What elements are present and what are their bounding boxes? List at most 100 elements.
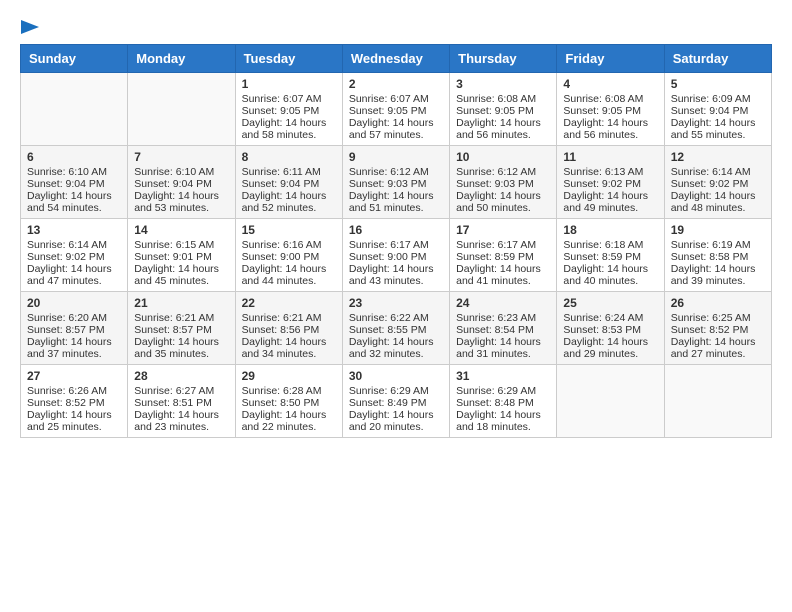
cell-text: Sunset: 8:56 PM [242, 324, 336, 336]
calendar-cell: 28Sunrise: 6:27 AMSunset: 8:51 PMDayligh… [128, 365, 235, 438]
cell-text: Sunrise: 6:16 AM [242, 239, 336, 251]
calendar-table: SundayMondayTuesdayWednesdayThursdayFrid… [20, 44, 772, 438]
cell-text: Daylight: 14 hours and 39 minutes. [671, 263, 765, 287]
cell-text: Sunset: 8:57 PM [27, 324, 121, 336]
cell-text: Sunset: 9:04 PM [671, 105, 765, 117]
calendar-cell: 14Sunrise: 6:15 AMSunset: 9:01 PMDayligh… [128, 219, 235, 292]
day-number: 22 [242, 296, 336, 310]
cell-text: Sunset: 8:59 PM [563, 251, 657, 263]
cell-text: Daylight: 14 hours and 20 minutes. [349, 409, 443, 433]
calendar-day-header: Thursday [450, 45, 557, 73]
calendar-cell: 17Sunrise: 6:17 AMSunset: 8:59 PMDayligh… [450, 219, 557, 292]
cell-text: Daylight: 14 hours and 35 minutes. [134, 336, 228, 360]
day-number: 28 [134, 369, 228, 383]
cell-text: Sunrise: 6:29 AM [456, 385, 550, 397]
day-number: 30 [349, 369, 443, 383]
calendar-cell [128, 73, 235, 146]
logo [20, 20, 40, 34]
cell-text: Daylight: 14 hours and 54 minutes. [27, 190, 121, 214]
cell-text: Sunset: 8:50 PM [242, 397, 336, 409]
calendar-cell: 31Sunrise: 6:29 AMSunset: 8:48 PMDayligh… [450, 365, 557, 438]
cell-text: Sunrise: 6:10 AM [27, 166, 121, 178]
cell-text: Sunrise: 6:07 AM [242, 93, 336, 105]
cell-text: Daylight: 14 hours and 29 minutes. [563, 336, 657, 360]
day-number: 23 [349, 296, 443, 310]
calendar-header-row: SundayMondayTuesdayWednesdayThursdayFrid… [21, 45, 772, 73]
cell-text: Sunrise: 6:21 AM [134, 312, 228, 324]
day-number: 17 [456, 223, 550, 237]
day-number: 19 [671, 223, 765, 237]
cell-text: Sunset: 9:05 PM [563, 105, 657, 117]
calendar-cell: 10Sunrise: 6:12 AMSunset: 9:03 PMDayligh… [450, 146, 557, 219]
cell-text: Sunset: 9:02 PM [671, 178, 765, 190]
calendar-cell: 1Sunrise: 6:07 AMSunset: 9:05 PMDaylight… [235, 73, 342, 146]
cell-text: Sunrise: 6:27 AM [134, 385, 228, 397]
calendar-cell: 29Sunrise: 6:28 AMSunset: 8:50 PMDayligh… [235, 365, 342, 438]
cell-text: Sunrise: 6:19 AM [671, 239, 765, 251]
day-number: 18 [563, 223, 657, 237]
calendar-cell: 5Sunrise: 6:09 AMSunset: 9:04 PMDaylight… [664, 73, 771, 146]
cell-text: Daylight: 14 hours and 45 minutes. [134, 263, 228, 287]
day-number: 26 [671, 296, 765, 310]
cell-text: Daylight: 14 hours and 48 minutes. [671, 190, 765, 214]
calendar-cell [557, 365, 664, 438]
cell-text: Sunrise: 6:17 AM [456, 239, 550, 251]
calendar-day-header: Tuesday [235, 45, 342, 73]
cell-text: Sunset: 8:55 PM [349, 324, 443, 336]
day-number: 15 [242, 223, 336, 237]
calendar-cell: 21 Sunrise: 6:21 AMSunset: 8:57 PMDayligh… [128, 292, 235, 365]
cell-text: Sunrise: 6:10 AM [134, 166, 228, 178]
calendar-cell: 9Sunrise: 6:12 AMSunset: 9:03 PMDaylight… [342, 146, 449, 219]
day-number: 27 [27, 369, 121, 383]
cell-text: Sunset: 8:57 PM [134, 324, 228, 336]
cell-text: Sunrise: 6:14 AM [671, 166, 765, 178]
calendar-cell: 3Sunrise: 6:08 AMSunset: 9:05 PMDaylight… [450, 73, 557, 146]
cell-text: Sunrise: 6:14 AM [27, 239, 121, 251]
calendar-cell: 13Sunrise: 6:14 AMSunset: 9:02 PMDayligh… [21, 219, 128, 292]
cell-text: Daylight: 14 hours and 44 minutes. [242, 263, 336, 287]
cell-text: Sunrise: 6:26 AM [27, 385, 121, 397]
cell-text: Sunrise: 6:17 AM [349, 239, 443, 251]
cell-text: Sunset: 9:00 PM [242, 251, 336, 263]
day-number: 10 [456, 150, 550, 164]
day-number: 24 [456, 296, 550, 310]
cell-text: Sunset: 8:51 PM [134, 397, 228, 409]
cell-text: Daylight: 14 hours and 40 minutes. [563, 263, 657, 287]
cell-text: Sunset: 9:03 PM [349, 178, 443, 190]
cell-text: Sunset: 8:59 PM [456, 251, 550, 263]
day-number: 3 [456, 77, 550, 91]
day-number: 7 [134, 150, 228, 164]
cell-text: Sunset: 9:02 PM [27, 251, 121, 263]
cell-text: Sunset: 9:00 PM [349, 251, 443, 263]
calendar-cell: 22Sunrise: 6:21 AMSunset: 8:56 PMDayligh… [235, 292, 342, 365]
calendar-week-row: 1Sunrise: 6:07 AMSunset: 9:05 PMDaylight… [21, 73, 772, 146]
cell-text: Sunrise: 6:12 AM [456, 166, 550, 178]
day-number: 16 [349, 223, 443, 237]
cell-text: Sunset: 9:02 PM [563, 178, 657, 190]
cell-text: Daylight: 14 hours and 49 minutes. [563, 190, 657, 214]
cell-text: Sunrise: 6:28 AM [242, 385, 336, 397]
cell-text: Sunrise: 6:18 AM [563, 239, 657, 251]
day-number: 8 [242, 150, 336, 164]
cell-text: Daylight: 14 hours and 51 minutes. [349, 190, 443, 214]
cell-text: Sunset: 9:05 PM [456, 105, 550, 117]
calendar-cell: 7Sunrise: 6:10 AMSunset: 9:04 PMDaylight… [128, 146, 235, 219]
cell-text: Daylight: 14 hours and 18 minutes. [456, 409, 550, 433]
calendar-day-header: Sunday [21, 45, 128, 73]
day-number: 31 [456, 369, 550, 383]
cell-text: Sunrise: 6:22 AM [349, 312, 443, 324]
day-number: 1 [242, 77, 336, 91]
cell-text: Daylight: 14 hours and 27 minutes. [671, 336, 765, 360]
calendar-cell: 19Sunrise: 6:19 AMSunset: 8:58 PMDayligh… [664, 219, 771, 292]
day-number: 12 [671, 150, 765, 164]
cell-text: Sunrise: 6:21 AM [242, 312, 336, 324]
calendar-week-row: 27Sunrise: 6:26 AMSunset: 8:52 PMDayligh… [21, 365, 772, 438]
calendar-day-header: Saturday [664, 45, 771, 73]
day-number: 21 [134, 296, 228, 310]
cell-text: Sunset: 8:54 PM [456, 324, 550, 336]
cell-text: Daylight: 14 hours and 32 minutes. [349, 336, 443, 360]
cell-text: Sunset: 9:04 PM [134, 178, 228, 190]
cell-text: Daylight: 14 hours and 43 minutes. [349, 263, 443, 287]
cell-text: Sunrise: 6:25 AM [671, 312, 765, 324]
calendar-cell: 8Sunrise: 6:11 AMSunset: 9:04 PMDaylight… [235, 146, 342, 219]
